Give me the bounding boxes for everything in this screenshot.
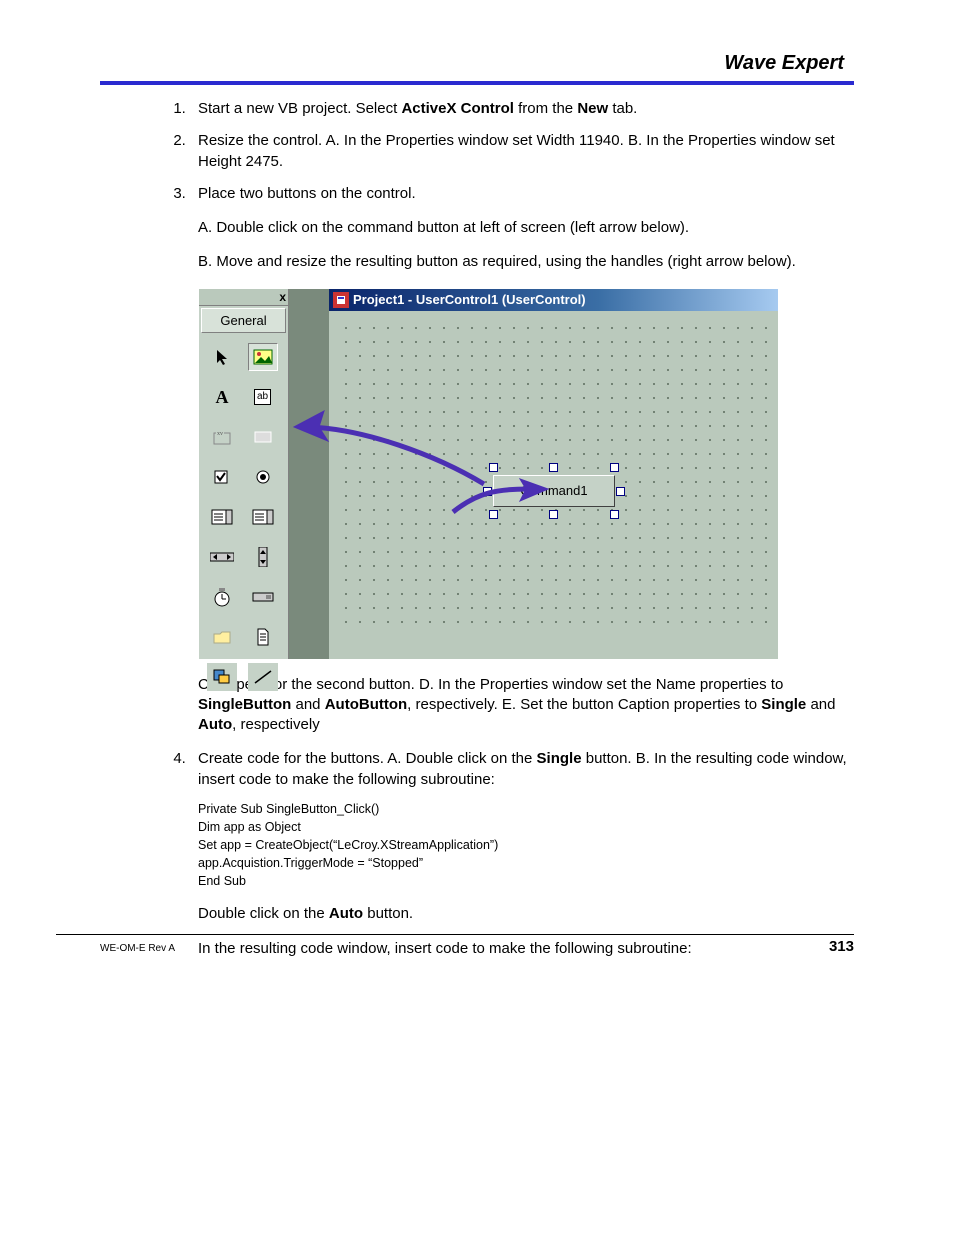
toolbox-close: x xyxy=(199,289,288,306)
page-header-title: Wave Expert xyxy=(100,52,854,81)
checkbox-tool-icon xyxy=(207,463,237,491)
vscrollbar-tool-icon xyxy=(248,543,278,571)
vb-screenshot: x General A ab xv xyxy=(198,289,854,659)
step-3c: C. Repeat for the second button. D. In t… xyxy=(198,675,854,736)
timer-tool-icon xyxy=(207,583,237,611)
drivelistbox-tool-icon xyxy=(248,583,278,611)
footer-revision: WE-OM-E Rev A xyxy=(100,943,175,954)
step-3: Place two buttons on the control. A. Dou… xyxy=(190,184,854,736)
combobox-tool-icon xyxy=(207,503,237,531)
step-1-text: Start a new VB project. Select ActiveX C… xyxy=(198,100,637,117)
frame-tool-icon: xv xyxy=(207,423,237,451)
step-4-main: Create code for the buttons. A. Double c… xyxy=(198,750,847,787)
step-3b: B. Move and resize the resulting button … xyxy=(198,252,854,272)
step-3a: A. Double click on the command button at… xyxy=(198,218,854,238)
vb-toolbox: x General A ab xv xyxy=(198,289,289,659)
commandbutton-tool-icon xyxy=(248,423,278,451)
left-arrow-annotation xyxy=(284,399,494,489)
instruction-list: Start a new VB project. Select ActiveX C… xyxy=(100,99,854,959)
svg-text:xv: xv xyxy=(217,431,223,437)
form-title-icon xyxy=(333,292,349,308)
toolbox-tab-general: General xyxy=(201,308,286,334)
label-tool-icon: A xyxy=(207,383,237,411)
textbox-tool-icon: ab xyxy=(248,383,278,411)
listbox-tool-icon xyxy=(248,503,278,531)
shape-tool-icon xyxy=(207,663,237,691)
footer-rule xyxy=(56,934,854,935)
page-number: 313 xyxy=(829,938,854,955)
right-arrow-annotation xyxy=(448,477,558,517)
form-title-text: Project1 - UserControl1 (UserControl) xyxy=(353,291,586,309)
header-rule xyxy=(100,81,854,85)
optionbutton-tool-icon xyxy=(248,463,278,491)
picturebox-tool-icon xyxy=(248,343,278,371)
line-tool-icon xyxy=(248,663,278,691)
pointer-tool-icon xyxy=(207,343,237,371)
form-titlebar: Project1 - UserControl1 (UserControl) xyxy=(329,289,778,311)
step-3-main: Place two buttons on the control. xyxy=(198,185,416,202)
step-4: Create code for the buttons. A. Double c… xyxy=(190,749,854,959)
step-1: Start a new VB project. Select ActiveX C… xyxy=(190,99,854,119)
dirlistbox-tool-icon xyxy=(207,623,237,651)
code-block-1: Private Sub SingleButton_Click() Dim app… xyxy=(198,800,854,891)
hscrollbar-tool-icon xyxy=(207,543,237,571)
step-4-after1: Double click on the Auto button. xyxy=(198,904,854,924)
step-2: Resize the control. A. In the Properties… xyxy=(190,131,854,172)
filelistbox-tool-icon xyxy=(248,623,278,651)
